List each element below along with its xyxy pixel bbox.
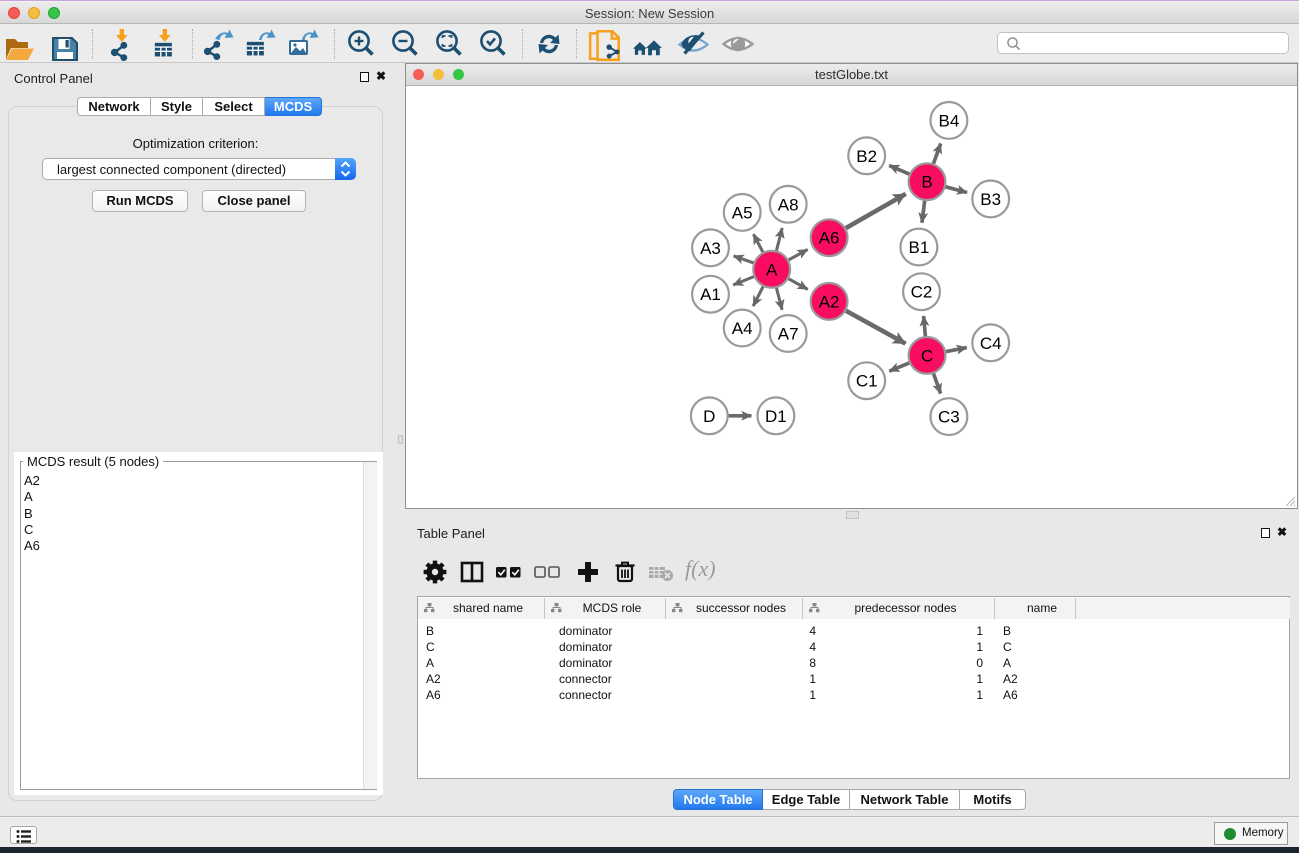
svg-text:D1: D1 <box>765 407 787 426</box>
svg-text:A: A <box>766 260 778 279</box>
svg-text:C: C <box>921 346 933 365</box>
svg-text:B4: B4 <box>939 111 960 130</box>
svg-text:A8: A8 <box>778 195 799 214</box>
svg-text:C1: C1 <box>856 372 878 391</box>
svg-text:C3: C3 <box>938 408 960 427</box>
svg-text:A4: A4 <box>732 319 753 338</box>
svg-text:A2: A2 <box>819 292 840 311</box>
svg-text:B2: B2 <box>856 147 877 166</box>
svg-text:B1: B1 <box>909 238 930 257</box>
svg-text:A1: A1 <box>700 285 721 304</box>
svg-text:A3: A3 <box>700 239 721 258</box>
svg-text:C4: C4 <box>980 334 1002 353</box>
svg-text:A6: A6 <box>819 229 840 248</box>
svg-text:A5: A5 <box>732 203 753 222</box>
svg-text:A7: A7 <box>778 325 799 344</box>
svg-text:B: B <box>921 173 932 192</box>
svg-text:B3: B3 <box>980 190 1001 209</box>
svg-text:C2: C2 <box>911 283 933 302</box>
svg-text:D: D <box>703 407 715 426</box>
